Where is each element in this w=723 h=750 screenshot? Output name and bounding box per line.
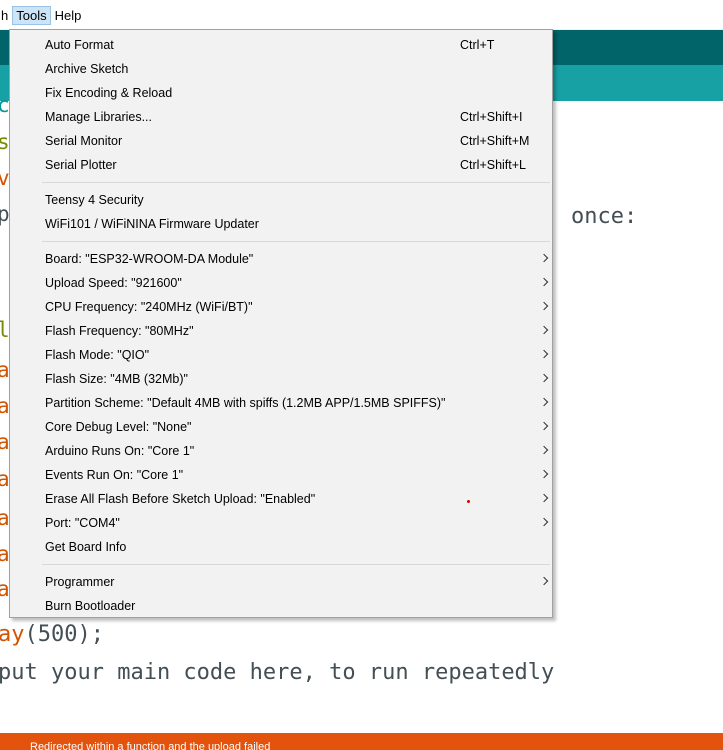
menu-item-fix-encoding-reload[interactable]: Fix Encoding & Reload bbox=[10, 81, 552, 105]
menu-item-core-debug-level-none[interactable]: Core Debug Level: "None" bbox=[10, 415, 552, 439]
menu-item-auto-format[interactable]: Auto Format Ctrl+T bbox=[10, 33, 552, 57]
chevron-right-icon bbox=[539, 373, 549, 383]
menu-item-label: Get Board Info bbox=[45, 540, 127, 554]
menu-bar: h Tools Help bbox=[0, 0, 723, 30]
menu-item-label: Burn Bootloader bbox=[45, 599, 136, 613]
status-text: Redirected within a function and the upl… bbox=[30, 741, 271, 750]
menu-item-wifi101-wifinina-firmware-updater[interactable]: WiFi101 / WiFiNINA Firmware Updater bbox=[10, 212, 552, 236]
chevron-right-icon bbox=[539, 301, 549, 311]
menu-item-label: Events Run On: "Core 1" bbox=[45, 468, 184, 482]
menu-item-label: Flash Frequency: "80MHz" bbox=[45, 324, 194, 338]
menu-separator bbox=[42, 241, 550, 242]
menu-item-serial-monitor[interactable]: Serial Monitor Ctrl+Shift+M bbox=[10, 129, 552, 153]
code-line-delay: ay(500); bbox=[0, 622, 104, 648]
chevron-right-icon bbox=[539, 576, 549, 586]
menu-item-label: WiFi101 / WiFiNINA Firmware Updater bbox=[45, 217, 259, 231]
chevron-right-icon bbox=[539, 349, 549, 359]
menu-item-label: Erase All Flash Before Sketch Upload: "E… bbox=[45, 492, 316, 506]
menu-item-label: Archive Sketch bbox=[45, 62, 129, 76]
menu-item-flash-frequency-80mhz[interactable]: Flash Frequency: "80MHz" bbox=[10, 319, 552, 343]
menu-item-label: CPU Frequency: "240MHz (WiFi/BT)" bbox=[45, 300, 253, 314]
chevron-right-icon bbox=[539, 277, 549, 287]
menu-item-arduino-runs-on-core-1[interactable]: Arduino Runs On: "Core 1" bbox=[10, 439, 552, 463]
menu-item-programmer[interactable]: Programmer bbox=[10, 570, 552, 594]
menu-item-flash-size-4mb-32mb[interactable]: Flash Size: "4MB (32Mb)" bbox=[10, 367, 552, 391]
chevron-right-icon bbox=[539, 517, 549, 527]
menu-item-shortcut: Ctrl+T bbox=[460, 38, 495, 52]
menu-item-label: Teensy 4 Security bbox=[45, 193, 144, 207]
menu-item-get-board-info[interactable]: Get Board Info bbox=[10, 535, 552, 559]
chevron-right-icon bbox=[539, 493, 549, 503]
code-delay-fn: ay bbox=[0, 622, 25, 647]
code-delay-args: (500); bbox=[24, 622, 104, 647]
menu-item-shortcut: Ctrl+Shift+M bbox=[460, 134, 530, 148]
chevron-right-icon bbox=[539, 421, 549, 431]
menu-item-label: Upload Speed: "921600" bbox=[45, 276, 182, 290]
chevron-right-icon bbox=[539, 397, 549, 407]
menu-item-label: Partition Scheme: "Default 4MB with spif… bbox=[45, 396, 446, 410]
menu-item-label: Arduino Runs On: "Core 1" bbox=[45, 444, 195, 458]
menu-item-burn-bootloader[interactable]: Burn Bootloader bbox=[10, 594, 552, 618]
tools-dropdown-menu: Auto Format Ctrl+T Archive Sketch Fix Encod… bbox=[9, 29, 553, 618]
menu-item-label: Flash Mode: "QIO" bbox=[45, 348, 150, 362]
menu-item-label: Auto Format bbox=[45, 38, 114, 52]
menu-item-flash-mode-qio[interactable]: Flash Mode: "QIO" bbox=[10, 343, 552, 367]
menu-item-port-com4[interactable]: Port: "COM4" bbox=[10, 511, 552, 535]
menu-item-partition-scheme-default-4mb-with-spiffs[interactable]: Partition Scheme: "Default 4MB with spif… bbox=[10, 391, 552, 415]
menu-separator bbox=[42, 564, 550, 565]
menu-tools[interactable]: Tools bbox=[12, 6, 51, 25]
menu-help[interactable]: Help bbox=[51, 6, 86, 25]
chevron-right-icon bbox=[539, 325, 549, 335]
menu-item-events-run-on-core-1[interactable]: Events Run On: "Core 1" bbox=[10, 463, 552, 487]
menu-item-label: Port: "COM4" bbox=[45, 516, 120, 530]
menu-item-teensy-4-security[interactable]: Teensy 4 Security bbox=[10, 188, 552, 212]
menu-item-board-esp32-wroom-da-module[interactable]: Board: "ESP32-WROOM-DA Module" bbox=[10, 247, 552, 271]
menu-item-shortcut: Ctrl+Shift+L bbox=[460, 158, 527, 172]
menu-item-serial-plotter[interactable]: Serial Plotter Ctrl+Shift+L bbox=[10, 153, 552, 177]
menu-item-label: Serial Monitor bbox=[45, 134, 123, 148]
menu-item-cpu-frequency-240mhz-wifi-bt[interactable]: CPU Frequency: "240MHz (WiFi/BT)" bbox=[10, 295, 552, 319]
menu-separator bbox=[42, 182, 550, 183]
menu-item-label: Manage Libraries... bbox=[45, 110, 153, 124]
menu-item-label: Board: "ESP32-WROOM-DA Module" bbox=[45, 252, 254, 266]
menu-item-upload-speed-921600[interactable]: Upload Speed: "921600" bbox=[10, 271, 552, 295]
menu-item-label: Programmer bbox=[45, 575, 115, 589]
menu-partial[interactable]: h bbox=[0, 6, 12, 25]
menu-item-manage-libraries[interactable]: Manage Libraries... Ctrl+Shift+I bbox=[10, 105, 552, 129]
menu-item-erase-all-flash-before-sketch-upload-ena[interactable]: Erase All Flash Before Sketch Upload: "E… bbox=[10, 487, 552, 511]
arduino-ide-window: h Tools Help csvplaaaaaaa once: ay(500);… bbox=[0, 0, 723, 750]
chevron-right-icon bbox=[539, 253, 549, 263]
menu-item-shortcut: Ctrl+Shift+I bbox=[460, 110, 523, 124]
menu-item-label: Serial Plotter bbox=[45, 158, 117, 172]
menu-item-label: Fix Encoding & Reload bbox=[45, 86, 173, 100]
chevron-right-icon bbox=[539, 445, 549, 455]
menu-item-label: Core Debug Level: "None" bbox=[45, 420, 192, 434]
status-bar: Redirected within a function and the upl… bbox=[0, 733, 723, 750]
menu-item-archive-sketch[interactable]: Archive Sketch bbox=[10, 57, 552, 81]
red-dot-marker bbox=[467, 500, 470, 503]
chevron-right-icon bbox=[539, 469, 549, 479]
code-fragment-once: once: bbox=[571, 204, 638, 229]
menu-item-label: Flash Size: "4MB (32Mb)" bbox=[45, 372, 188, 386]
code-line-comment: put your main code here, to run repeated… bbox=[0, 660, 555, 685]
